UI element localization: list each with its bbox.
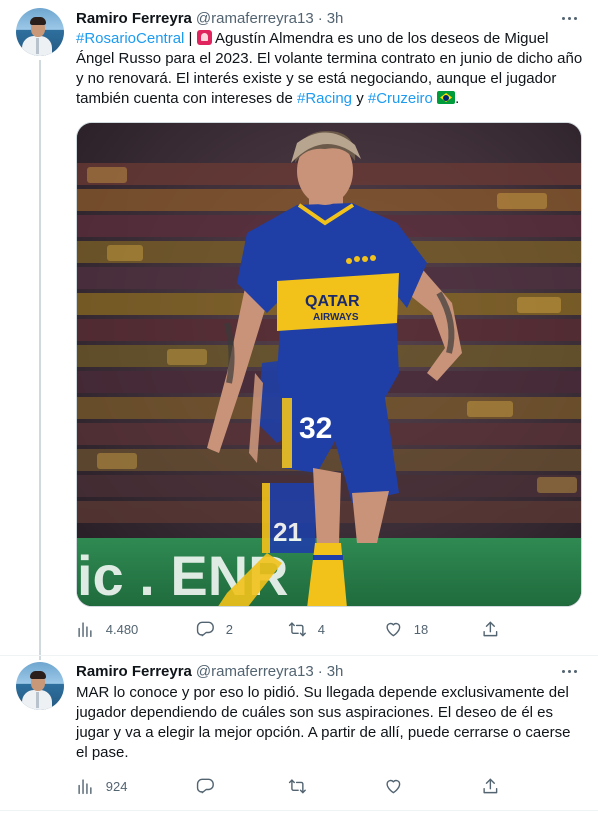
- bar-chart-icon: [78, 779, 92, 794]
- heart-icon: [386, 779, 401, 793]
- views-button[interactable]: 4.480: [76, 620, 138, 639]
- like-button[interactable]: 18: [384, 620, 428, 639]
- share-button[interactable]: [481, 777, 500, 796]
- share-upload-icon: [483, 778, 498, 793]
- timestamp[interactable]: 3h: [327, 663, 344, 680]
- share-upload-icon: [483, 621, 498, 636]
- views-count: 4.480: [105, 621, 139, 637]
- brazil-flag-emoji: [437, 91, 456, 104]
- tweet-divider: [0, 810, 598, 811]
- share-button[interactable]: [481, 620, 500, 639]
- tweet-actions-bar: 924: [76, 776, 516, 796]
- author-handle[interactable]: @ramaferreyra13: [196, 10, 314, 27]
- reply-count: 2: [225, 621, 233, 637]
- timestamp[interactable]: 3h: [327, 10, 344, 27]
- speech-bubble-icon: [196, 621, 214, 636]
- shirt-sponsor: QATAR: [305, 293, 360, 310]
- views-button[interactable]: 924: [76, 777, 127, 796]
- teammate-number: 21: [273, 517, 302, 547]
- thread-connector-line: [39, 60, 41, 660]
- tweet[interactable]: Ramiro Ferreyra @ramaferreyra13 · 3h #Ro…: [0, 0, 598, 660]
- retweet-arrows-icon: [288, 779, 306, 793]
- tweet-header: Ramiro Ferreyra @ramaferreyra13 · 3h: [76, 661, 343, 681]
- text-segment: |: [184, 30, 197, 47]
- tweet-text: MAR lo conoce y por eso lo pidió. Su lle…: [76, 684, 571, 761]
- avatar[interactable]: [16, 8, 64, 56]
- text-segment: y: [352, 90, 368, 107]
- bar-chart-icon: [78, 622, 92, 637]
- shirt-number: 32: [299, 412, 332, 445]
- retweet-button[interactable]: [288, 777, 307, 796]
- views-count: 924: [105, 778, 128, 794]
- tweet[interactable]: Ramiro Ferreyra @ramaferreyra13 · 3h MAR…: [0, 655, 598, 813]
- separator-dot: ·: [317, 662, 323, 680]
- hashtag-link[interactable]: #RosarioCentral: [76, 30, 184, 47]
- tweet-actions-bar: 4.480 2 4 18: [76, 619, 516, 639]
- retweet-button[interactable]: 4: [288, 620, 325, 639]
- tweet-text: #RosarioCentral | Agustín Almendra es un…: [76, 29, 586, 109]
- tweet-header: Ramiro Ferreyra @ramaferreyra13 · 3h: [76, 8, 343, 28]
- avatar[interactable]: [16, 662, 64, 710]
- more-dots-icon[interactable]: [556, 8, 582, 28]
- author-handle[interactable]: @ramaferreyra13: [196, 663, 314, 680]
- separator-dot: ·: [317, 9, 323, 27]
- like-count: 18: [413, 621, 429, 637]
- more-dots-icon[interactable]: [556, 661, 582, 681]
- tweet-photo[interactable]: ic . ENR 21 QATAR AIRWAYS 32: [76, 122, 582, 607]
- retweet-count: 4: [317, 621, 325, 637]
- like-button[interactable]: [384, 777, 403, 796]
- heart-icon: [386, 622, 401, 636]
- hashtag-link[interactable]: #Cruzeiro: [368, 90, 433, 107]
- author-name[interactable]: Ramiro Ferreyra: [76, 663, 192, 680]
- football-player-photo: ic . ENR 21 QATAR AIRWAYS 32: [77, 123, 581, 606]
- speech-bubble-icon: [196, 778, 214, 793]
- reply-button[interactable]: [196, 777, 215, 796]
- author-name[interactable]: Ramiro Ferreyra: [76, 10, 192, 27]
- reply-button[interactable]: 2: [196, 620, 233, 639]
- text-segment: .: [455, 90, 460, 107]
- shirt-sponsor-sub: AIRWAYS: [313, 312, 359, 323]
- police-siren-emoji: [196, 30, 212, 45]
- retweet-arrows-icon: [288, 622, 306, 636]
- hashtag-link[interactable]: #Racing: [297, 90, 352, 107]
